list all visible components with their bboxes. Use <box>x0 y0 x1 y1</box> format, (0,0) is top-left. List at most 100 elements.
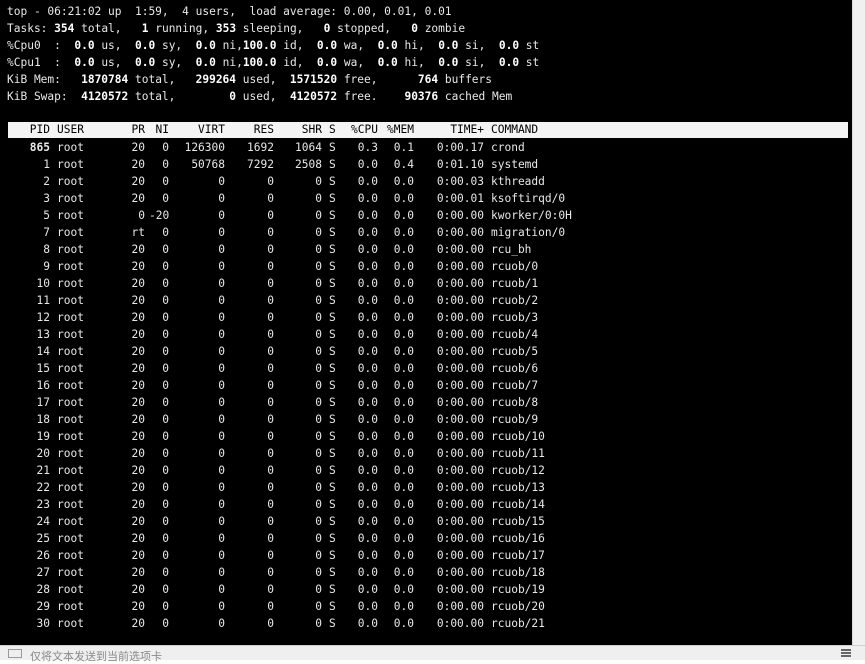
cpu-percent: 0.0 <box>357 464 378 477</box>
cpu-percent: 0.0 <box>357 498 378 511</box>
user: root <box>57 498 84 511</box>
summary-value: 0.0 <box>438 56 459 69</box>
pid: 30 <box>36 617 50 630</box>
virt: 0 <box>218 379 225 392</box>
virt: 0 <box>218 175 225 188</box>
res: 0 <box>267 430 274 443</box>
command: rcuob/12 <box>491 464 545 477</box>
res: 0 <box>267 396 274 409</box>
res: 0 <box>267 600 274 613</box>
priority: 20 <box>131 447 145 460</box>
user: root <box>57 209 84 222</box>
summary-value: 0.0 <box>74 39 95 52</box>
summary-value: 100.0 <box>242 56 277 69</box>
res: 0 <box>267 549 274 562</box>
priority: 20 <box>131 243 145 256</box>
nice: 0 <box>162 566 169 579</box>
summary-label: used, <box>236 90 290 103</box>
time: 0:00.00 <box>436 617 484 630</box>
keyboard-icon[interactable] <box>8 649 22 658</box>
state: S <box>329 566 336 579</box>
res: 0 <box>267 226 274 239</box>
time: 0:00.00 <box>436 294 484 307</box>
user: root <box>57 464 84 477</box>
mem-percent: 0.0 <box>393 260 414 273</box>
res: 0 <box>267 515 274 528</box>
cpu-percent: 0.0 <box>357 396 378 409</box>
priority: 20 <box>131 430 145 443</box>
column-header-user: USER <box>57 123 84 136</box>
summary-value: 0.0 <box>135 39 156 52</box>
shr: 0 <box>315 515 322 528</box>
summary-label: total, <box>128 90 230 103</box>
summary-value: 0.0 <box>498 56 520 69</box>
nice: 0 <box>162 498 169 511</box>
priority: 20 <box>131 362 145 375</box>
shr: 0 <box>315 345 322 358</box>
priority: 20 <box>131 396 145 409</box>
res: 7292 <box>247 158 274 171</box>
state: S <box>329 345 336 358</box>
pid: 865 <box>29 141 50 154</box>
user: root <box>57 481 84 494</box>
virt: 50768 <box>191 158 225 171</box>
pid: 18 <box>36 413 50 426</box>
summary-label: sy, <box>155 56 196 69</box>
command: rcuob/11 <box>491 447 545 460</box>
state: S <box>329 311 336 324</box>
column-header-shr: SHR <box>301 123 322 136</box>
summary-value: 299264 <box>195 73 237 86</box>
priority: 20 <box>131 549 145 562</box>
time: 0:00.00 <box>436 328 484 341</box>
mem-percent: 0.0 <box>393 413 414 426</box>
nice: 0 <box>162 549 169 562</box>
virt: 0 <box>218 311 225 324</box>
terminal-scrollbar[interactable] <box>852 0 865 645</box>
shr: 0 <box>315 209 322 222</box>
pid: 19 <box>36 430 50 443</box>
state: S <box>329 430 336 443</box>
column-header-nice: NI <box>155 123 169 136</box>
nice: 0 <box>162 515 169 528</box>
summary-label: cached Mem <box>438 90 513 103</box>
summary-value: 354 <box>54 22 75 35</box>
cpu-percent: 0.0 <box>357 345 378 358</box>
nice: 0 <box>162 430 169 443</box>
table-row: 14 root 20 0 0 0 0 S 0.0 0.0 0:00.00 rcuob/5 <box>8 343 848 360</box>
table-row: 21 root 20 0 0 0 0 S 0.0 0.0 0:00.00 rcuob/12 <box>8 462 848 479</box>
user: root <box>57 175 84 188</box>
command: rcuob/21 <box>491 617 545 630</box>
table-row: 12 root 20 0 0 0 0 S 0.0 0.0 0:00.00 rcuob/3 <box>8 309 848 326</box>
cpu-percent: 0.0 <box>357 362 378 375</box>
time: 0:00.00 <box>436 515 484 528</box>
time: 0:00.00 <box>436 430 484 443</box>
mem-percent: 0.0 <box>393 379 414 392</box>
shr: 0 <box>315 583 322 596</box>
table-row: 22 root 20 0 0 0 0 S 0.0 0.0 0:00.00 rcuob/13 <box>8 479 848 496</box>
cpu-percent: 0.0 <box>357 158 378 171</box>
pid: 7 <box>43 226 50 239</box>
time: 0:00.00 <box>436 532 484 545</box>
state: S <box>329 498 336 511</box>
time: 0:00.00 <box>436 549 484 562</box>
terminal-window[interactable]: top - 06:21:02 up 1:59, 4 users, load av… <box>0 0 852 645</box>
state: S <box>329 141 336 154</box>
table-row: 2 root 20 0 0 0 0 S 0.0 0.0 0:00.03 kthreadd <box>8 173 848 190</box>
cpu-percent: 0.3 <box>357 141 378 154</box>
res: 0 <box>267 243 274 256</box>
summary-label: KiB Mem: <box>7 73 82 86</box>
summary-label: st <box>519 56 540 69</box>
state: S <box>329 515 336 528</box>
table-row: 28 root 20 0 0 0 0 S 0.0 0.0 0:00.00 rcuob/19 <box>8 581 848 598</box>
summary-value: 0.0 <box>135 56 156 69</box>
summary-value: 0.0 <box>74 56 95 69</box>
user: root <box>57 362 84 375</box>
cpu-percent: 0.0 <box>357 260 378 273</box>
table-row: 13 root 20 0 0 0 0 S 0.0 0.0 0:00.00 rcuob/4 <box>8 326 848 343</box>
cpu-percent: 0.0 <box>357 226 378 239</box>
res: 0 <box>267 481 274 494</box>
shr: 0 <box>315 464 322 477</box>
res: 0 <box>267 311 274 324</box>
menu-icon[interactable] <box>841 649 851 657</box>
res: 1692 <box>247 141 274 154</box>
